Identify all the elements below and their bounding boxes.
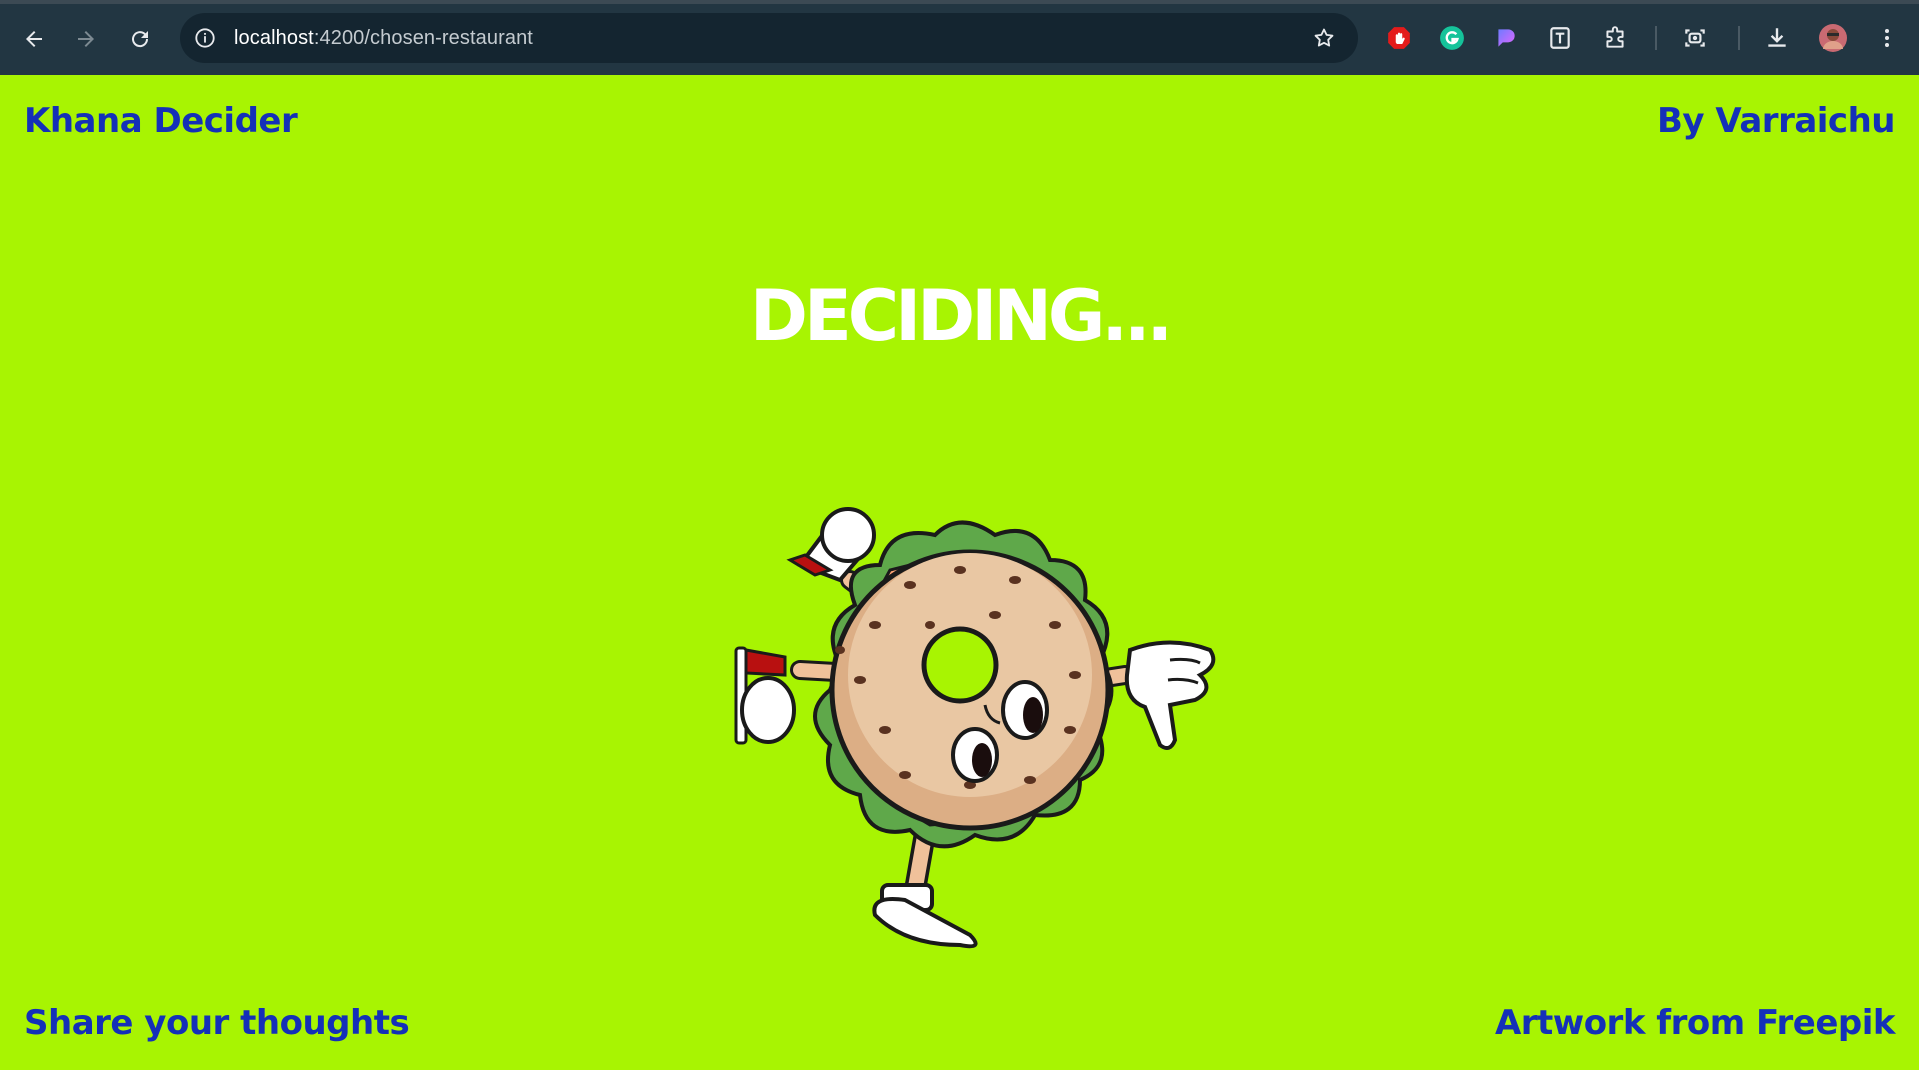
status-heading: DECIDING... (749, 275, 1173, 357)
url-path: :4200/chosen-restaurant (313, 26, 533, 49)
bookmark-star-icon[interactable] (1312, 26, 1336, 50)
extensions-puzzle-icon[interactable] (1600, 23, 1630, 53)
adblock-extension-icon[interactable] (1384, 23, 1414, 53)
lower-left-shoe (734, 646, 796, 745)
url-host: localhost (234, 26, 314, 49)
gradient-extension-icon[interactable] (1491, 23, 1521, 53)
back-button[interactable] (14, 19, 54, 59)
grammarly-extension-icon[interactable] (1437, 23, 1467, 53)
feedback-link[interactable]: Share your thoughts (24, 1003, 410, 1043)
browser-menu-icon[interactable] (1872, 23, 1902, 53)
browser-toolbar: localhost:4200/chosen-restaurant (0, 0, 1919, 75)
arrow-left-icon (26, 31, 42, 47)
right-glove (1124, 640, 1216, 751)
toolbar-divider-2 (1738, 26, 1740, 50)
forward-button[interactable] (66, 19, 106, 59)
bottom-shoe (872, 883, 978, 949)
text-extension-icon[interactable] (1545, 23, 1575, 53)
url-text: localhost:4200/chosen-restaurant (234, 27, 533, 50)
site-info-icon[interactable] (194, 27, 216, 49)
page-content: Khana Decider By Varraichu DECIDING... S… (0, 75, 1919, 1070)
downloads-icon[interactable] (1762, 23, 1792, 53)
screenshot-extension-icon[interactable] (1680, 23, 1710, 53)
app-title[interactable]: Khana Decider (24, 101, 298, 141)
author-credit[interactable]: By Varraichu (1657, 101, 1896, 141)
credit-link[interactable]: Artwork from Freepik (1495, 1003, 1896, 1043)
reload-button[interactable] (120, 19, 160, 59)
address-bar[interactable]: localhost:4200/chosen-restaurant (180, 13, 1358, 63)
arrow-right-icon (78, 31, 94, 47)
profile-avatar[interactable] (1818, 23, 1848, 53)
bagel-mascot-icon (734, 507, 1216, 949)
toolbar-divider (1655, 26, 1657, 50)
reload-icon (132, 31, 149, 48)
